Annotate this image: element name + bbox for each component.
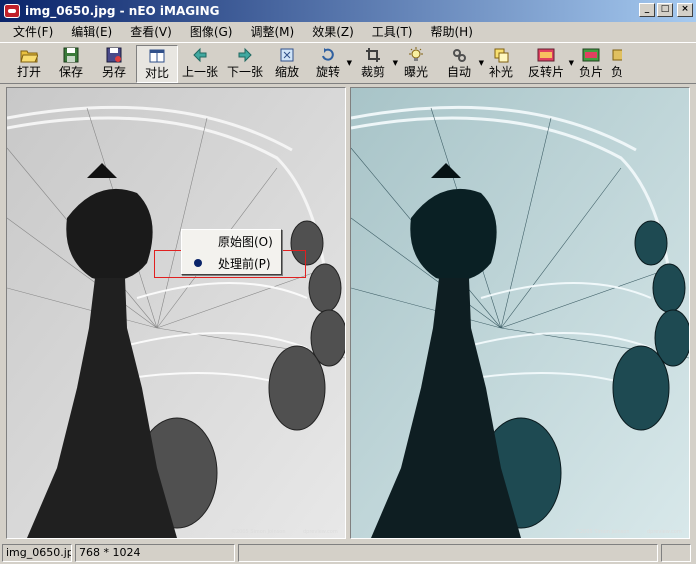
compare-button[interactable]: 对比 — [136, 45, 178, 83]
previous-button[interactable]: 上一张 — [178, 45, 222, 83]
menu-bar: 文件(F) 编辑(E) 查看(V) 图像(G) 调整(M) 效果(Z) 工具(T… — [0, 22, 696, 42]
original-image-pane[interactable]: ©2005 Simon Joinson dpreview.com — [6, 87, 346, 539]
context-item-before-processing[interactable]: 处理前(P) — [182, 252, 281, 274]
save-button[interactable]: 保存 — [50, 45, 92, 83]
menu-help[interactable]: 帮助(H) — [422, 23, 482, 41]
status-bar: img_0650.jpg 768 * 1024 — [0, 542, 696, 564]
status-extra — [661, 544, 691, 562]
minimize-button[interactable]: _ — [639, 3, 655, 17]
ferris-wheel-photo-processed — [351, 88, 689, 538]
menu-file[interactable]: 文件(F) — [4, 23, 62, 41]
processed-image-pane[interactable]: ©2005 Simon Joinson dpreview.com — [350, 87, 690, 539]
negative-film-icon — [582, 47, 600, 63]
photo-credit: ©2005 Simon Joinson — [231, 529, 286, 535]
auto-button[interactable]: 自动 ▼ — [436, 45, 484, 83]
rotate-button[interactable]: 旋转 ▼ — [306, 45, 352, 83]
toolbar: 打开 保存 另存 对比 上一张 下一张 缩放 旋转 ▼ 裁剪 ▼ 曝光 自动 ▼… — [0, 42, 696, 84]
context-menu: 原始图(O) 处理前(P) — [181, 229, 282, 275]
maximize-button[interactable]: □ — [657, 3, 673, 17]
exposure-button[interactable]: 曝光 — [396, 45, 436, 83]
menu-effects[interactable]: 效果(Z) — [303, 23, 363, 41]
menu-tools[interactable]: 工具(T) — [363, 23, 422, 41]
negative-button[interactable]: 负片 — [572, 45, 610, 83]
ferris-wheel-photo-original — [7, 88, 345, 538]
fill-light-button[interactable]: 补光 — [482, 45, 520, 83]
fill-light-icon — [492, 47, 510, 63]
open-button[interactable]: 打开 — [8, 45, 50, 83]
rotate-icon — [319, 47, 337, 63]
app-icon[interactable] — [4, 4, 20, 18]
compare-viewer: ©2005 Simon Joinson dpreview.com ©2005 S… — [4, 87, 692, 539]
menu-adjust[interactable]: 调整(M) — [241, 23, 303, 41]
zoom-frame-icon — [278, 47, 296, 63]
status-dimensions: 768 * 1024 — [75, 544, 235, 562]
close-button[interactable]: × — [677, 3, 693, 17]
arrow-left-icon — [191, 47, 209, 63]
window-controls: _ □ × — [639, 3, 693, 17]
slide-film-button[interactable]: 反转片 ▼ — [520, 45, 574, 83]
menu-view[interactable]: 查看(V) — [121, 23, 181, 41]
radio-selected-icon — [194, 259, 202, 267]
more-icon — [610, 47, 624, 63]
zoom-button[interactable]: 缩放 — [268, 45, 306, 83]
auto-wand-icon — [450, 47, 468, 63]
context-item-original[interactable]: 原始图(O) — [182, 230, 281, 252]
compare-split-icon — [148, 48, 166, 64]
arrow-right-icon — [236, 47, 254, 63]
more-toolbar-button[interactable]: 负 — [610, 45, 624, 83]
exposure-bulb-icon — [407, 47, 425, 63]
window-title: img_0650.jpg - nEO iMAGING — [25, 4, 220, 18]
menu-edit[interactable]: 编辑(E) — [62, 23, 121, 41]
slide-film-icon — [537, 47, 555, 63]
status-filename: img_0650.jpg — [2, 544, 72, 562]
title-bar: img_0650.jpg - nEO iMAGING _ □ × — [0, 0, 696, 22]
floppy-disk-icon — [62, 47, 80, 63]
crop-button[interactable]: 裁剪 ▼ — [350, 45, 398, 83]
photo-site: dpreview.com — [303, 529, 338, 535]
crop-icon — [364, 47, 382, 63]
next-button[interactable]: 下一张 — [222, 45, 268, 83]
status-info — [238, 544, 658, 562]
photo-credit: ©2005 Simon Joinson — [575, 529, 630, 535]
folder-open-icon — [20, 47, 38, 63]
save-as-button[interactable]: 另存 — [92, 45, 136, 83]
photo-site: dpreview.com — [647, 529, 682, 535]
menu-image[interactable]: 图像(G) — [181, 23, 242, 41]
save-as-icon — [105, 47, 123, 63]
